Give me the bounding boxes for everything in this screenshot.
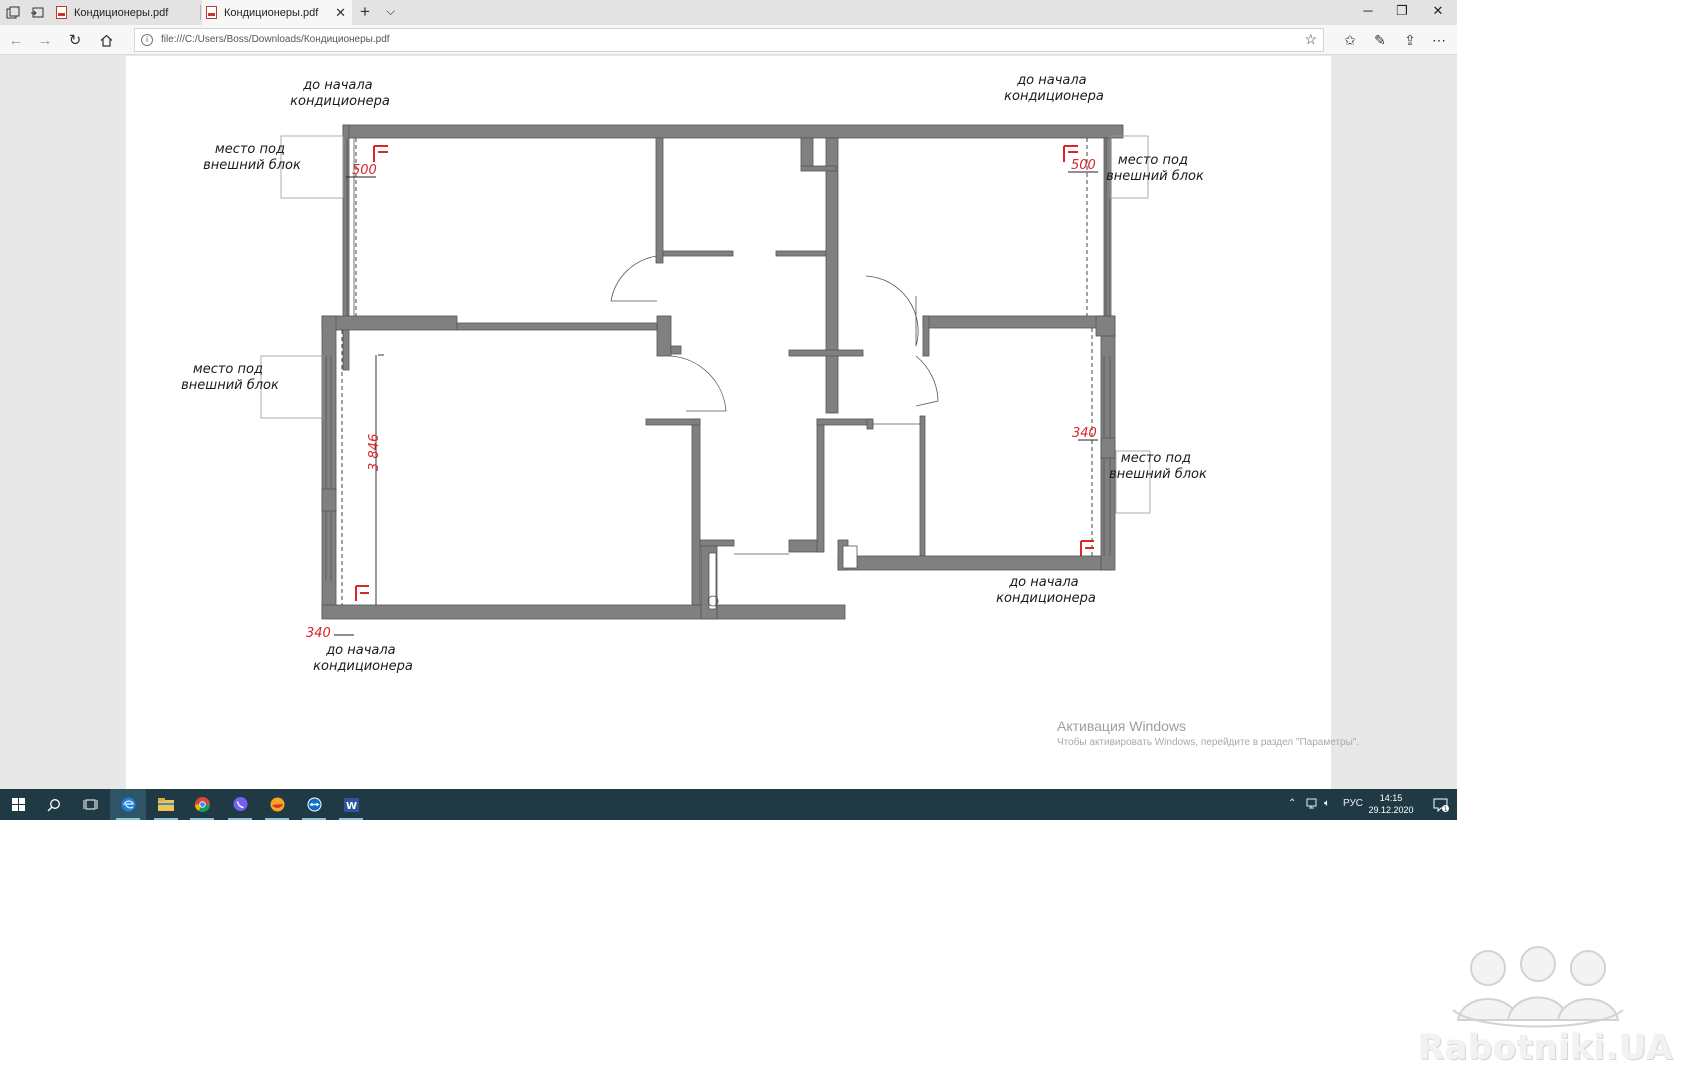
info-icon[interactable]: i [141,34,153,46]
tab-title: Кондиционеры.pdf [74,6,169,19]
teamviewer-icon[interactable] [296,789,332,820]
viber-icon[interactable] [222,789,258,820]
label-unit-mid-left: место под внешний блок [181,362,279,393]
watermark-logo: Rabotniki.UA [1418,940,1678,1070]
browser-icon[interactable] [259,789,295,820]
favorites-icon[interactable]: ✩ [1340,30,1360,50]
label-start-bottom-left: до начала кондиционера [313,643,413,674]
new-tab-icon[interactable]: + [360,2,370,22]
dim-top-right: 500 [1071,158,1096,173]
close-window-icon[interactable]: ✕ [1423,3,1453,19]
chevron-down-icon[interactable]: ⌵ [386,4,395,19]
notification-count: 1 [1443,806,1447,813]
label-unit-mid-right: место под внешний блок [1109,451,1207,482]
file-explorer-icon[interactable] [148,789,184,820]
pdf-viewer[interactable]: 500 500 3 846 340 340 до начала кондицио… [0,56,1457,789]
forward-icon[interactable]: → [35,30,55,50]
taskbar: W ⌃ 🔈︎ РУС 14:15 29.12.2020 1 [0,789,1457,820]
label-unit-top-right: место под внешний блок [1106,153,1204,184]
title-bar: Кондиционеры.pdf Кондиционеры.pdf ✕ + ⌵ … [0,0,1457,25]
svg-text:W: W [345,801,356,812]
task-view-icon[interactable] [72,789,108,820]
label-start-top-left: до начала кондиционера [290,78,390,109]
tab-divider [200,5,201,20]
share-icon[interactable]: ⇪ [1400,30,1420,50]
label-start-top-right: до начала кондиционера [1004,73,1104,104]
language-indicator[interactable]: РУС [1343,798,1363,809]
network-icon[interactable] [1306,798,1320,812]
tab-title: Кондиционеры.pdf [224,6,319,19]
label-unit-top-left: место под внешний блок [203,142,301,173]
chrome-icon[interactable] [184,789,220,820]
chevron-up-icon[interactable]: ⌃ [1288,798,1296,809]
workers-helmet-icon [1452,946,1624,1028]
tab-actions-icon[interactable] [4,4,22,22]
dim-top-left: 500 [352,163,377,178]
more-icon[interactable]: ⋯ [1429,30,1449,50]
favorite-star-icon[interactable]: ☆ [1304,31,1317,48]
tab-active[interactable]: Кондиционеры.pdf ✕ [202,0,352,25]
notes-pen-icon[interactable]: ✎ [1370,30,1390,50]
pdf-icon [206,6,217,19]
search-icon[interactable] [36,789,72,820]
floor-plan-drawing: 500 500 3 846 340 340 до начала кондицио… [181,73,1207,674]
browser-window: Кондиционеры.pdf Кондиционеры.pdf ✕ + ⌵ … [0,0,1457,820]
tab-inactive[interactable]: Кондиционеры.pdf [52,0,200,25]
browser-toolbar: ← → ↻ i file:///C:/Users/Boss/Downloads/… [0,25,1457,55]
clock[interactable]: 14:15 29.12.2020 [1362,792,1420,816]
address-url[interactable]: file:///C:/Users/Boss/Downloads/Кондицио… [161,34,390,45]
dim-bottom-left: 340 [306,626,331,641]
set-tabs-aside-icon[interactable] [28,4,46,22]
dim-left-vertical: 3 846 [367,434,382,471]
windows-activation-notice: Активация Windows Чтобы активировать Win… [1057,718,1457,748]
edge-icon[interactable] [110,789,146,820]
word-icon[interactable]: W [333,789,369,820]
watermark-text: Rabotniki.UA [1418,1028,1673,1068]
clock-date: 29.12.2020 [1368,805,1414,815]
home-icon[interactable] [96,30,116,50]
pdf-icon [56,6,67,19]
pdf-page: 500 500 3 846 340 340 до начала кондицио… [126,56,1331,789]
action-center-icon[interactable]: 1 [1424,789,1457,820]
label-start-bottom-right: до начала кондиционера [996,575,1096,606]
activation-subtitle: Чтобы активировать Windows, перейдите в … [1057,737,1360,748]
clock-time: 14:15 [1379,793,1403,803]
start-windows-icon[interactable] [0,789,36,820]
back-icon[interactable]: ← [6,30,26,50]
dim-right-middle: 340 [1072,426,1097,441]
address-bar[interactable]: i file:///C:/Users/Boss/Downloads/Кондиц… [134,28,1324,52]
restore-icon[interactable]: ❐ [1387,3,1417,19]
close-tab-icon[interactable]: ✕ [335,5,346,21]
activation-title: Активация Windows [1057,718,1187,734]
refresh-icon[interactable]: ↻ [65,30,85,50]
minimize-icon[interactable]: ─ [1353,3,1383,18]
volume-icon[interactable]: 🔈︎ [1324,798,1330,809]
